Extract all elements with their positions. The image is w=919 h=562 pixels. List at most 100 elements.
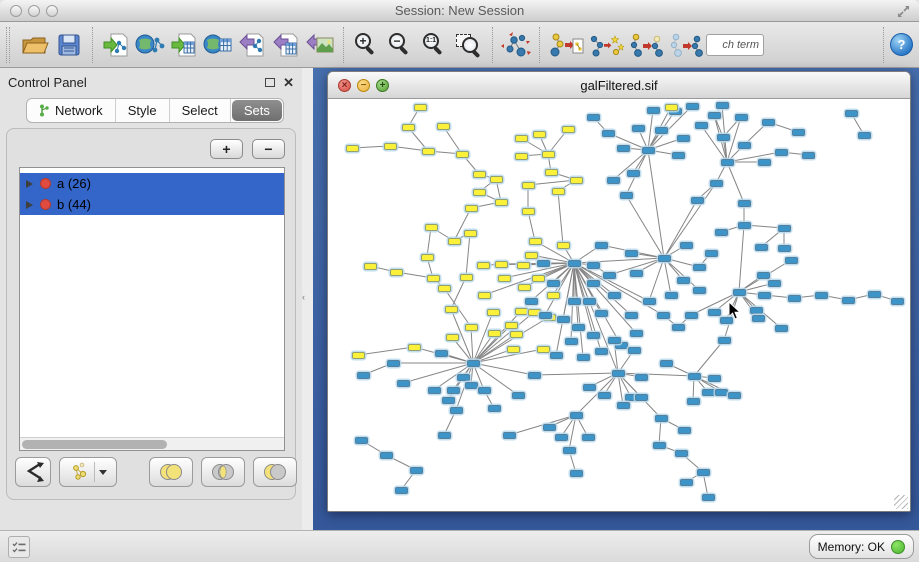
graph-node[interactable] [532,275,545,282]
graph-node[interactable] [487,309,500,316]
graph-node[interactable] [868,291,881,298]
graph-node[interactable] [577,354,590,361]
graph-node[interactable] [587,280,600,287]
float-panel-icon[interactable] [265,78,275,87]
graph-node[interactable] [617,402,630,409]
graph-node[interactable] [697,469,710,476]
toolbar-grip[interactable] [6,27,10,63]
graph-node[interactable] [738,200,751,207]
graph-node[interactable] [788,295,801,302]
graph-node[interactable] [518,284,531,291]
graph-node[interactable] [384,143,397,150]
graph-node[interactable] [598,392,611,399]
graph-node[interactable] [542,151,555,158]
graph-node[interactable] [677,135,690,142]
graph-node[interactable] [612,370,625,377]
tab-sets[interactable]: Sets [232,100,282,121]
graph-node[interactable] [752,315,765,322]
graph-node[interactable] [595,242,608,249]
graph-node[interactable] [547,280,560,287]
graph-node[interactable] [630,330,643,337]
graph-node[interactable] [447,387,460,394]
graph-node[interactable] [778,225,791,232]
graph-node[interactable] [587,262,600,269]
graph-node[interactable] [642,147,655,154]
graph-node[interactable] [465,382,478,389]
union-sets-button[interactable] [149,457,193,487]
graph-node[interactable] [547,292,560,299]
graph-node[interactable] [473,189,486,196]
new-network-selected-nodes-all-edges-button[interactable] [626,27,666,63]
graph-node[interactable] [658,255,671,262]
graph-node[interactable] [456,151,469,158]
graph-node[interactable] [778,245,791,252]
new-network-from-selection-button[interactable] [546,27,586,63]
graph-node[interactable] [507,346,520,353]
frame-resize-grip[interactable] [894,495,908,509]
graph-node[interactable] [515,135,528,142]
tab-network[interactable]: Network [27,99,116,122]
graph-node[interactable] [672,324,685,331]
graph-node[interactable] [545,169,558,176]
graph-node[interactable] [693,287,706,294]
window-titlebar[interactable]: Session: New Session [0,0,919,22]
graph-node[interactable] [702,494,715,501]
graph-node[interactable] [583,298,596,305]
graph-node[interactable] [464,230,477,237]
graph-node[interactable] [678,427,691,434]
graph-node[interactable] [510,331,523,338]
graph-node[interactable] [460,274,473,281]
graph-node[interactable] [390,269,403,276]
split-set-button[interactable] [15,457,51,487]
graph-node[interactable] [715,229,728,236]
graph-node[interactable] [758,292,771,299]
task-history-button[interactable] [8,536,30,558]
import-table-from-web-button[interactable] [201,27,235,63]
graph-node[interactable] [845,110,858,117]
help-button[interactable]: ? [890,33,913,56]
graph-node[interactable] [603,272,616,279]
graph-node[interactable] [755,244,768,251]
graph-node[interactable] [595,348,608,355]
graph-node[interactable] [570,412,583,419]
frame-close-icon[interactable]: × [338,79,351,92]
graph-node[interactable] [512,392,525,399]
graph-node[interactable] [410,467,423,474]
graph-node[interactable] [478,292,491,299]
graph-node[interactable] [587,114,600,121]
graph-node[interactable] [785,257,798,264]
graph-node[interactable] [702,389,715,396]
close-panel-icon[interactable]: ✕ [283,76,294,89]
graph-node[interactable] [720,317,733,324]
import-network-from-file-button[interactable] [99,27,133,63]
graph-node[interactable] [539,312,552,319]
graph-node[interactable] [716,102,729,109]
save-session-button[interactable] [52,27,86,63]
zoom-selected-region-button[interactable] [452,27,486,63]
graph-node[interactable] [695,122,708,129]
create-set-from-network-button[interactable] [59,457,117,487]
graph-node[interactable] [733,289,746,296]
zoom-in-button[interactable]: + [350,27,384,63]
difference-sets-button[interactable] [253,457,297,487]
graph-node[interactable] [495,261,508,268]
tab-select[interactable]: Select [170,99,231,122]
graph-node[interactable] [708,112,721,119]
graph-node[interactable] [685,312,698,319]
graph-node[interactable] [665,292,678,299]
graph-node[interactable] [438,285,451,292]
graph-node[interactable] [687,398,700,405]
graph-node[interactable] [515,153,528,160]
graph-node[interactable] [357,372,370,379]
network-frame-titlebar[interactable]: × − + galFiltered.sif [328,72,910,99]
graph-node[interactable] [568,260,581,267]
graph-node[interactable] [395,487,408,494]
graph-node[interactable] [427,275,440,282]
set-row-b[interactable]: b (44) [20,194,284,215]
graph-node[interactable] [607,177,620,184]
dropdown-arrow-icon[interactable] [99,470,107,475]
horizontal-scrollbar[interactable] [20,437,284,450]
tab-style[interactable]: Style [116,99,170,122]
graph-node[interactable] [445,306,458,313]
graph-node[interactable] [414,104,427,111]
